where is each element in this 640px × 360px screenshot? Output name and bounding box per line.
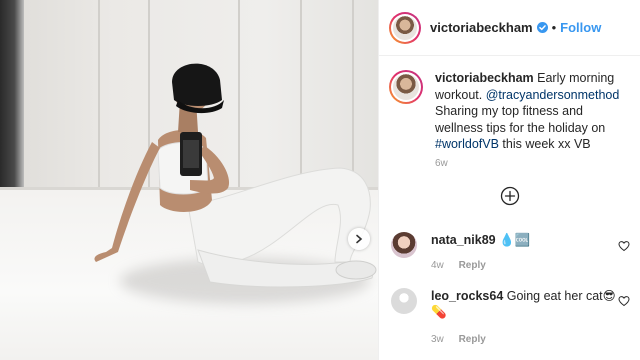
comment-username[interactable]: nata_nik89 (431, 233, 496, 247)
comment-text: 💧🆒 (499, 233, 531, 247)
comment-item: nata_nik89 💧🆒 4w Reply (391, 232, 631, 274)
reply-button[interactable]: Reply (459, 334, 486, 345)
caption-timestamp: 6w (435, 158, 448, 169)
comment-avatar[interactable] (391, 232, 417, 258)
header-separator: • (551, 20, 557, 35)
post-header: victoriabeckham • Follow (379, 0, 640, 56)
caption-end: this week xx VB (498, 137, 591, 151)
follow-button[interactable]: Follow (560, 20, 601, 35)
caption-username[interactable]: victoriabeckham (435, 71, 534, 85)
header-username[interactable]: victoriabeckham (430, 20, 533, 35)
comment-timestamp: 3w (431, 334, 444, 345)
comment-body: leo_rocks64 Going eat her cat😎💊 3w Reply (431, 288, 631, 348)
caption-avatar-image (393, 74, 419, 100)
caption-middle: Sharing my top fitness and wellness tips… (435, 104, 606, 135)
post-details-panel: victoriabeckham • Follow victoriabeckham… (378, 0, 640, 360)
next-photo-button[interactable] (348, 228, 370, 250)
comment-avatar[interactable] (391, 288, 417, 314)
comment-meta: 3w Reply (431, 332, 631, 348)
avatar-image (393, 15, 417, 40)
verified-badge-icon (536, 22, 548, 33)
heart-icon[interactable] (618, 295, 630, 307)
caption-avatar-border (391, 72, 421, 102)
post-caption: victoriabeckham Early morning workout. @… (389, 70, 631, 153)
comment-timestamp: 4w (431, 260, 444, 271)
reply-button[interactable]: Reply (459, 260, 486, 271)
caption-hashtag-link[interactable]: #worldofVB (435, 137, 499, 151)
plus-circle-icon (500, 186, 520, 206)
heart-icon[interactable] (618, 240, 630, 252)
chevron-right-icon (356, 234, 363, 244)
comment-meta: 4w Reply (431, 258, 631, 274)
caption-mention-link[interactable]: @tracyandersonmethod (486, 88, 620, 102)
photo-figure (94, 63, 377, 288)
load-more-comments-button[interactable] (500, 186, 520, 206)
caption-avatar[interactable] (389, 70, 423, 104)
avatar[interactable] (389, 11, 421, 44)
post-photo[interactable] (0, 0, 378, 360)
comment-body: nata_nik89 💧🆒 4w Reply (431, 232, 631, 274)
comment-item: leo_rocks64 Going eat her cat😎💊 3w Reply (391, 288, 631, 348)
comment-username[interactable]: leo_rocks64 (431, 289, 503, 303)
caption-text: victoriabeckham Early morning workout. @… (435, 70, 631, 153)
avatar-border (391, 13, 419, 42)
